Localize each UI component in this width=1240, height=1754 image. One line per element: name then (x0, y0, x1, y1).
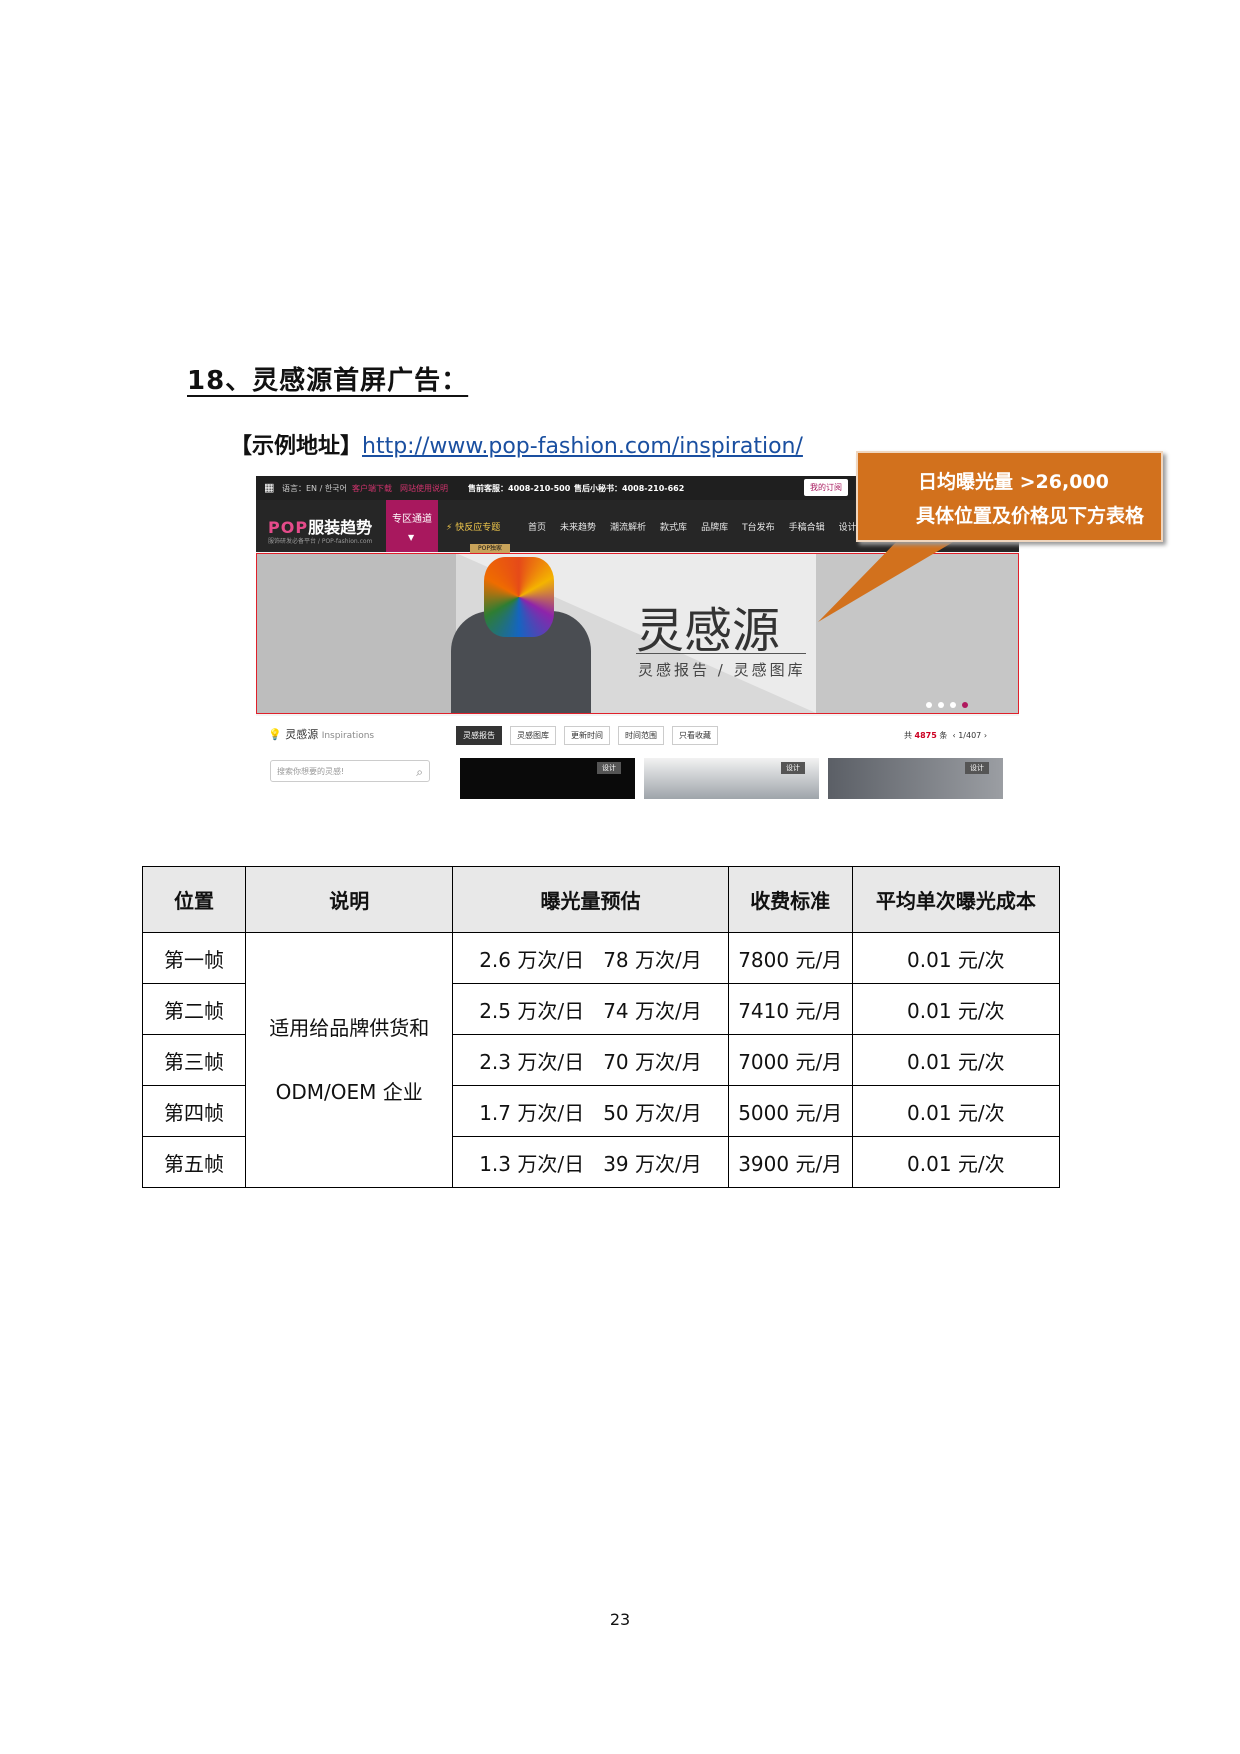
exposure-monthly: 78 万次/月 (603, 947, 702, 972)
cell-price: 3900 元/月 (727, 1136, 853, 1188)
tab-gallery[interactable]: 灵感图库 (510, 726, 556, 745)
header-description: 说明 (245, 866, 454, 933)
description-line-2: ODM/OEM 企业 (275, 1080, 423, 1104)
exposure-monthly: 39 万次/月 (603, 1151, 702, 1176)
thumbnail-tag: 设计 (597, 762, 621, 774)
cell-avg-cost: 0.01 元/次 (851, 1085, 1061, 1137)
inspiration-list-area: 💡 灵感源 Inspirations 搜索你想要的灵感! ⌕ 灵感报告 灵感图库… (256, 716, 1019, 799)
page-number: 23 (609, 1610, 631, 1629)
cell-position: 第二帧 (141, 983, 247, 1035)
exposure-monthly: 50 万次/月 (603, 1100, 702, 1125)
callout-pointer (818, 538, 960, 622)
cell-price: 5000 元/月 (727, 1085, 853, 1137)
cell-avg-cost: 0.01 元/次 (851, 1034, 1061, 1086)
cell-exposure: 1.7 万次/日 50 万次/月 (452, 1085, 729, 1137)
cell-avg-cost: 0.01 元/次 (851, 983, 1061, 1035)
exposure-daily: 2.6 万次/日 (479, 947, 585, 972)
exposure-monthly: 74 万次/月 (603, 998, 702, 1023)
exposure-callout: 日均曝光量 >26,000 具体位置及价格见下方表格 (856, 451, 1163, 542)
cell-position: 第三帧 (141, 1034, 247, 1086)
cell-description: 适用给品牌供货和 ODM/OEM 企业 (245, 932, 454, 1188)
filter-time-range[interactable]: 时间范围 (618, 726, 664, 745)
cell-exposure: 2.6 万次/日 78 万次/月 (452, 932, 729, 984)
callout-line-2: 具体位置及价格见下方表格 (916, 505, 1145, 527)
prev-page-button[interactable]: ‹ (952, 731, 955, 740)
next-page-button[interactable]: › (984, 731, 987, 740)
search-icon[interactable]: ⌕ (416, 761, 423, 783)
cell-avg-cost: 0.01 元/次 (851, 932, 1061, 984)
cell-exposure: 1.3 万次/日 39 万次/月 (452, 1136, 729, 1188)
thumbnail-3[interactable]: 设计 (828, 758, 1003, 799)
thumbnail-tag: 设计 (781, 762, 805, 774)
cell-exposure: 2.3 万次/日 70 万次/月 (452, 1034, 729, 1086)
count-value: 4875 (914, 731, 937, 740)
cell-position: 第一帧 (141, 932, 247, 984)
cell-price: 7000 元/月 (727, 1034, 853, 1086)
description-line-1: 适用给品牌供货和 (269, 1016, 430, 1040)
thumbnail-tag: 设计 (965, 762, 989, 774)
sidebar-title: 💡 灵感源 Inspirations (268, 726, 374, 742)
sidebar-title-en: Inspirations (321, 731, 375, 741)
exposure-monthly: 70 万次/月 (603, 1049, 702, 1074)
inspiration-search-input[interactable]: 搜索你想要的灵感! ⌕ (270, 760, 430, 782)
exposure-daily: 1.3 万次/日 (479, 1151, 585, 1176)
lightbulb-icon: 💡 (268, 728, 282, 741)
pricing-table: 位置 说明 曝光量预估 收费标准 平均单次曝光成本 第一帧 适用给品牌供货和 O… (141, 866, 1061, 1188)
header-price: 收费标准 (727, 866, 853, 933)
header-exposure: 曝光量预估 (452, 866, 729, 933)
tab-reports[interactable]: 灵感报告 (456, 726, 502, 745)
pager-text: 1/407 (958, 731, 982, 740)
search-placeholder: 搜索你想要的灵感! (277, 767, 345, 776)
table-row: 第一帧 适用给品牌供货和 ODM/OEM 企业 2.6 万次/日 78 万次/月… (141, 932, 1061, 1188)
exposure-daily: 2.3 万次/日 (479, 1049, 585, 1074)
filter-favorites[interactable]: 只看收藏 (672, 726, 718, 745)
cell-price: 7800 元/月 (727, 932, 853, 984)
cell-position: 第四帧 (141, 1085, 247, 1137)
sort-update-time[interactable]: 更新时间 (564, 726, 610, 745)
cell-price: 7410 元/月 (727, 983, 853, 1035)
thumbnail-1[interactable]: 设计 (460, 758, 635, 799)
count-suffix: 条 (939, 731, 948, 740)
result-count: 共 4875 条 ‹ 1/407 › (904, 730, 987, 741)
cell-position: 第五帧 (141, 1136, 247, 1188)
header-position: 位置 (141, 866, 247, 933)
sidebar-title-text: 灵感源 (285, 728, 319, 741)
thumbnail-2[interactable]: 设计 (644, 758, 819, 799)
cell-avg-cost: 0.01 元/次 (851, 1136, 1061, 1188)
callout-line-1: 日均曝光量 >26,000 (918, 471, 1109, 493)
count-prefix: 共 (904, 731, 912, 740)
header-avg-cost: 平均单次曝光成本 (851, 866, 1061, 933)
list-tabs: 灵感报告 灵感图库 更新时间 时间范围 只看收藏 (456, 726, 718, 745)
cell-exposure: 2.5 万次/日 74 万次/月 (452, 983, 729, 1035)
table-header-row: 位置 说明 曝光量预估 收费标准 平均单次曝光成本 (141, 866, 1061, 933)
exposure-daily: 2.5 万次/日 (479, 998, 585, 1023)
exposure-daily: 1.7 万次/日 (479, 1100, 585, 1125)
